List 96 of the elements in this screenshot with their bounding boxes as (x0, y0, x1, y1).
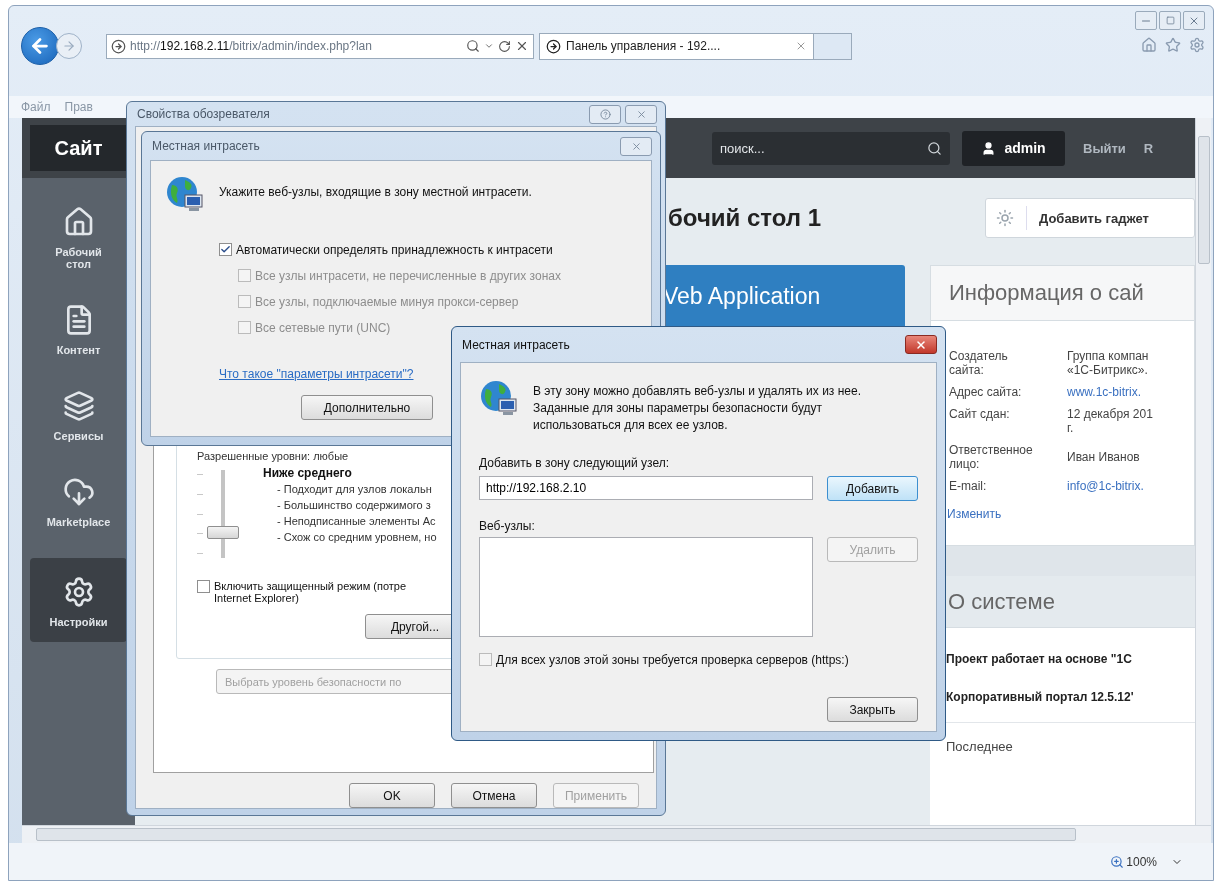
field-label: Добавить в зону следующий узел: (479, 456, 671, 470)
check-icon (220, 244, 231, 255)
minimize-button[interactable] (1135, 11, 1157, 30)
nav-item[interactable]: Сервисы (30, 386, 127, 446)
checkbox-label: Автоматически определять принадлежность к интрасети (236, 243, 553, 257)
level-description: - Большинство содержимого з (277, 498, 432, 512)
sites-list[interactable] (479, 537, 813, 637)
refresh-icon[interactable] (498, 39, 511, 53)
info-value: 12 декабря 201 г. (1067, 407, 1154, 435)
checkbox[interactable] (197, 580, 210, 593)
dialog-title: Местная интрасеть (151, 139, 260, 153)
layers-icon (62, 390, 95, 422)
help-button[interactable] (589, 104, 621, 124)
user-icon (981, 140, 997, 156)
menu-item[interactable]: Прав (64, 100, 93, 114)
logout-link[interactable]: Выйти (1083, 140, 1126, 156)
level-description: - Схож со средним уровнем, но (277, 530, 437, 544)
lightbulb-icon (996, 209, 1014, 227)
scrollbar[interactable] (1195, 118, 1211, 825)
checkbox-label: Все сетевые пути (UNC) (255, 321, 391, 335)
site-logo[interactable]: Сайт (30, 125, 127, 171)
info-label: Адрес сайта: (949, 385, 1023, 399)
go-icon (546, 38, 561, 54)
checkbox-label: Для всех узлов этой зоны требуется проверка серверов (https:) (496, 653, 849, 667)
page-heading: бочий стол 1 (668, 204, 822, 232)
settings-icon[interactable] (1189, 37, 1205, 53)
allowed-levels-text: Разрешенные уровни: любые (197, 450, 350, 462)
level-description: - Подходит для узлов локальн (277, 482, 433, 496)
home-icon[interactable] (1141, 37, 1157, 53)
tab-title: Панель управления - 192.... (566, 39, 721, 53)
checkbox-label: Включить защищенный режим (потре Internet Explorer) (214, 580, 407, 604)
go-icon[interactable] (111, 38, 126, 54)
search-icon[interactable] (927, 140, 942, 156)
system-info-text: Корпоративный портал 12.5.12' (946, 690, 1135, 704)
field-label: Веб-узлы: (479, 519, 536, 533)
address-bar[interactable]: http://192.168.2.11/bitrix/admin/index.php?lan (106, 33, 534, 59)
arrow-right-icon (62, 39, 76, 53)
back-button[interactable] (21, 27, 59, 65)
close-icon (915, 338, 927, 351)
info-label: E-mail: (949, 479, 988, 493)
forward-button[interactable] (56, 33, 82, 59)
user-button[interactable]: admin (962, 130, 1065, 166)
advanced-button[interactable]: Дополнительно (301, 395, 433, 420)
maximize-icon (1165, 16, 1175, 25)
close-button[interactable] (905, 335, 937, 354)
close-button[interactable] (1183, 11, 1205, 30)
checkbox[interactable] (219, 243, 232, 256)
prompt-text: Укажите веб-узлы, входящие в зону местной интрасети. (219, 185, 533, 199)
url-input-field[interactable]: http://192.168.2.10 (479, 476, 813, 500)
zoom-level[interactable]: 100% (1110, 854, 1157, 869)
language-link[interactable]: R (1143, 140, 1154, 156)
checkbox-label: Все узлы интрасети, не перечисленные в других зонах (255, 269, 561, 283)
description-text: В эту зону можно добавлять веб-узлы и удалять их из нее. Заданные для зоны параметры безопасности будут использоваться для всех ее узлов. (533, 383, 861, 434)
caret-icon[interactable] (484, 41, 494, 51)
slider-thumb[interactable] (207, 526, 239, 540)
cloud-download-icon (62, 476, 95, 508)
dialog-title: Свойства обозревателя (136, 107, 270, 121)
system-info-text: Проект работает на основе "1С (946, 652, 1133, 666)
close-icon[interactable] (515, 39, 529, 53)
close-tab-icon[interactable] (795, 40, 807, 52)
add-button[interactable]: Добавить (827, 476, 918, 501)
info-label: Создатель сайта: (949, 349, 1009, 377)
nav-item[interactable]: Рабочий стол (30, 202, 127, 274)
level-name: Ниже среднего (263, 466, 353, 480)
menu-item[interactable]: Файл (21, 100, 51, 114)
info-value: Иван Иванов (1067, 450, 1141, 464)
maximize-button[interactable] (1159, 11, 1181, 30)
dialog-button[interactable]: Отмена (451, 783, 537, 808)
add-gadget-button[interactable]: Добавить гаджет (985, 198, 1195, 238)
nav-item[interactable]: Настройки (30, 558, 127, 642)
new-tab[interactable] (814, 32, 852, 60)
address-text: http://192.168.2.11/bitrix/admin/index.php?lan (130, 39, 373, 53)
browser-tab[interactable]: Панель управления - 192.... (539, 32, 814, 60)
scrollbar[interactable] (22, 825, 1211, 843)
nav-item[interactable]: Контент (30, 300, 127, 360)
checkbox[interactable] (479, 653, 492, 666)
help-icon (599, 108, 611, 120)
zoom-icon (1110, 854, 1125, 869)
last-update-label: Последнее (946, 739, 1014, 754)
dialog-button[interactable]: OK (349, 783, 435, 808)
dialog-title: Местная интрасеть (461, 337, 570, 352)
close-icon (630, 140, 642, 152)
info-link[interactable]: info@1c-bitrix. (1067, 479, 1194, 493)
close-icon (635, 108, 647, 120)
panel-title: Информация о сай (931, 266, 1194, 321)
nav-item[interactable]: Marketplace (30, 472, 127, 532)
info-link[interactable]: www.1c-bitrix. (1067, 385, 1194, 399)
search-icon[interactable] (466, 39, 480, 53)
search-field[interactable]: поиск... (712, 131, 950, 165)
star-icon[interactable] (1165, 37, 1181, 53)
info-value: Группа компан «1С-Битрикс». (1067, 349, 1150, 377)
checkbox-label: Все узлы, подключаемые минуя прокси-сервер (255, 295, 519, 309)
close-dialog-button[interactable]: Закрыть (827, 697, 918, 722)
info-label: Ответственное лицо: (949, 443, 1034, 471)
info-label: Сайт сдан: (949, 407, 1011, 423)
level-description: - Неподписанные элементы Ac (277, 514, 437, 528)
